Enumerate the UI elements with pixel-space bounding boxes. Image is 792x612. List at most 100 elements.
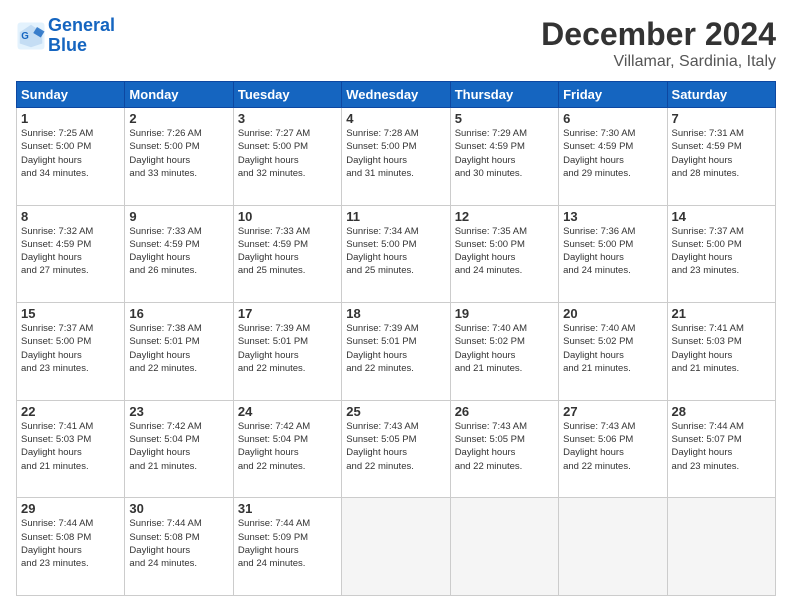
day-info: Sunrise: 7:41 AM Sunset: 5:03 PM Dayligh… [21, 420, 120, 473]
day-number: 31 [238, 501, 337, 516]
day-number: 3 [238, 111, 337, 126]
day-info: Sunrise: 7:29 AM Sunset: 4:59 PM Dayligh… [455, 127, 554, 180]
calendar: Sunday Monday Tuesday Wednesday Thursday… [16, 81, 776, 596]
table-row: 18 Sunrise: 7:39 AM Sunset: 5:01 PM Dayl… [342, 303, 450, 401]
table-row: 23 Sunrise: 7:42 AM Sunset: 5:04 PM Dayl… [125, 400, 233, 498]
table-row [667, 498, 775, 596]
day-number: 30 [129, 501, 228, 516]
day-info: Sunrise: 7:30 AM Sunset: 4:59 PM Dayligh… [563, 127, 662, 180]
logo-icon: G [16, 21, 46, 51]
day-info: Sunrise: 7:36 AM Sunset: 5:00 PM Dayligh… [563, 225, 662, 278]
calendar-week-row: 1 Sunrise: 7:25 AM Sunset: 5:00 PM Dayli… [17, 108, 776, 206]
table-row: 19 Sunrise: 7:40 AM Sunset: 5:02 PM Dayl… [450, 303, 558, 401]
page: G General Blue December 2024 Villamar, S… [0, 0, 792, 612]
col-saturday: Saturday [667, 82, 775, 108]
table-row: 3 Sunrise: 7:27 AM Sunset: 5:00 PM Dayli… [233, 108, 341, 206]
day-number: 7 [672, 111, 771, 126]
day-info: Sunrise: 7:40 AM Sunset: 5:02 PM Dayligh… [563, 322, 662, 375]
table-row: 2 Sunrise: 7:26 AM Sunset: 5:00 PM Dayli… [125, 108, 233, 206]
header: G General Blue December 2024 Villamar, S… [16, 16, 776, 71]
col-monday: Monday [125, 82, 233, 108]
table-row: 17 Sunrise: 7:39 AM Sunset: 5:01 PM Dayl… [233, 303, 341, 401]
day-info: Sunrise: 7:27 AM Sunset: 5:00 PM Dayligh… [238, 127, 337, 180]
day-number: 29 [21, 501, 120, 516]
logo-text: General Blue [48, 16, 115, 56]
calendar-week-row: 8 Sunrise: 7:32 AM Sunset: 4:59 PM Dayli… [17, 205, 776, 303]
day-info: Sunrise: 7:39 AM Sunset: 5:01 PM Dayligh… [238, 322, 337, 375]
calendar-header-row: Sunday Monday Tuesday Wednesday Thursday… [17, 82, 776, 108]
table-row [559, 498, 667, 596]
table-row: 4 Sunrise: 7:28 AM Sunset: 5:00 PM Dayli… [342, 108, 450, 206]
day-info: Sunrise: 7:37 AM Sunset: 5:00 PM Dayligh… [21, 322, 120, 375]
day-info: Sunrise: 7:43 AM Sunset: 5:06 PM Dayligh… [563, 420, 662, 473]
table-row [450, 498, 558, 596]
day-info: Sunrise: 7:44 AM Sunset: 5:08 PM Dayligh… [129, 517, 228, 570]
day-number: 1 [21, 111, 120, 126]
table-row: 5 Sunrise: 7:29 AM Sunset: 4:59 PM Dayli… [450, 108, 558, 206]
day-info: Sunrise: 7:35 AM Sunset: 5:00 PM Dayligh… [455, 225, 554, 278]
table-row: 16 Sunrise: 7:38 AM Sunset: 5:01 PM Dayl… [125, 303, 233, 401]
table-row: 30 Sunrise: 7:44 AM Sunset: 5:08 PM Dayl… [125, 498, 233, 596]
table-row: 20 Sunrise: 7:40 AM Sunset: 5:02 PM Dayl… [559, 303, 667, 401]
day-info: Sunrise: 7:44 AM Sunset: 5:08 PM Dayligh… [21, 517, 120, 570]
day-number: 28 [672, 404, 771, 419]
day-number: 12 [455, 209, 554, 224]
day-number: 23 [129, 404, 228, 419]
day-info: Sunrise: 7:37 AM Sunset: 5:00 PM Dayligh… [672, 225, 771, 278]
table-row: 29 Sunrise: 7:44 AM Sunset: 5:08 PM Dayl… [17, 498, 125, 596]
day-number: 16 [129, 306, 228, 321]
table-row: 11 Sunrise: 7:34 AM Sunset: 5:00 PM Dayl… [342, 205, 450, 303]
day-info: Sunrise: 7:32 AM Sunset: 4:59 PM Dayligh… [21, 225, 120, 278]
day-number: 2 [129, 111, 228, 126]
svg-text:G: G [21, 31, 29, 42]
calendar-week-row: 22 Sunrise: 7:41 AM Sunset: 5:03 PM Dayl… [17, 400, 776, 498]
day-number: 18 [346, 306, 445, 321]
table-row: 14 Sunrise: 7:37 AM Sunset: 5:00 PM Dayl… [667, 205, 775, 303]
day-info: Sunrise: 7:43 AM Sunset: 5:05 PM Dayligh… [346, 420, 445, 473]
table-row: 25 Sunrise: 7:43 AM Sunset: 5:05 PM Dayl… [342, 400, 450, 498]
logo-line1: General [48, 15, 115, 35]
day-number: 6 [563, 111, 662, 126]
day-number: 8 [21, 209, 120, 224]
table-row: 6 Sunrise: 7:30 AM Sunset: 4:59 PM Dayli… [559, 108, 667, 206]
table-row: 12 Sunrise: 7:35 AM Sunset: 5:00 PM Dayl… [450, 205, 558, 303]
table-row: 10 Sunrise: 7:33 AM Sunset: 4:59 PM Dayl… [233, 205, 341, 303]
day-number: 20 [563, 306, 662, 321]
day-info: Sunrise: 7:43 AM Sunset: 5:05 PM Dayligh… [455, 420, 554, 473]
day-number: 17 [238, 306, 337, 321]
day-info: Sunrise: 7:40 AM Sunset: 5:02 PM Dayligh… [455, 322, 554, 375]
day-info: Sunrise: 7:26 AM Sunset: 5:00 PM Dayligh… [129, 127, 228, 180]
day-info: Sunrise: 7:25 AM Sunset: 5:00 PM Dayligh… [21, 127, 120, 180]
title-block: December 2024 Villamar, Sardinia, Italy [541, 16, 776, 71]
day-number: 22 [21, 404, 120, 419]
col-friday: Friday [559, 82, 667, 108]
day-number: 26 [455, 404, 554, 419]
location-title: Villamar, Sardinia, Italy [541, 53, 776, 71]
month-title: December 2024 [541, 16, 776, 53]
day-number: 4 [346, 111, 445, 126]
col-thursday: Thursday [450, 82, 558, 108]
table-row: 7 Sunrise: 7:31 AM Sunset: 4:59 PM Dayli… [667, 108, 775, 206]
day-info: Sunrise: 7:38 AM Sunset: 5:01 PM Dayligh… [129, 322, 228, 375]
table-row: 28 Sunrise: 7:44 AM Sunset: 5:07 PM Dayl… [667, 400, 775, 498]
day-info: Sunrise: 7:33 AM Sunset: 4:59 PM Dayligh… [238, 225, 337, 278]
day-info: Sunrise: 7:39 AM Sunset: 5:01 PM Dayligh… [346, 322, 445, 375]
table-row: 9 Sunrise: 7:33 AM Sunset: 4:59 PM Dayli… [125, 205, 233, 303]
day-number: 14 [672, 209, 771, 224]
table-row [342, 498, 450, 596]
day-info: Sunrise: 7:33 AM Sunset: 4:59 PM Dayligh… [129, 225, 228, 278]
day-info: Sunrise: 7:31 AM Sunset: 4:59 PM Dayligh… [672, 127, 771, 180]
day-number: 19 [455, 306, 554, 321]
table-row: 27 Sunrise: 7:43 AM Sunset: 5:06 PM Dayl… [559, 400, 667, 498]
day-number: 13 [563, 209, 662, 224]
day-info: Sunrise: 7:42 AM Sunset: 5:04 PM Dayligh… [129, 420, 228, 473]
table-row: 26 Sunrise: 7:43 AM Sunset: 5:05 PM Dayl… [450, 400, 558, 498]
table-row: 1 Sunrise: 7:25 AM Sunset: 5:00 PM Dayli… [17, 108, 125, 206]
logo-line2: Blue [48, 35, 87, 55]
day-info: Sunrise: 7:42 AM Sunset: 5:04 PM Dayligh… [238, 420, 337, 473]
table-row: 13 Sunrise: 7:36 AM Sunset: 5:00 PM Dayl… [559, 205, 667, 303]
day-number: 24 [238, 404, 337, 419]
table-row: 22 Sunrise: 7:41 AM Sunset: 5:03 PM Dayl… [17, 400, 125, 498]
day-info: Sunrise: 7:44 AM Sunset: 5:07 PM Dayligh… [672, 420, 771, 473]
day-number: 15 [21, 306, 120, 321]
